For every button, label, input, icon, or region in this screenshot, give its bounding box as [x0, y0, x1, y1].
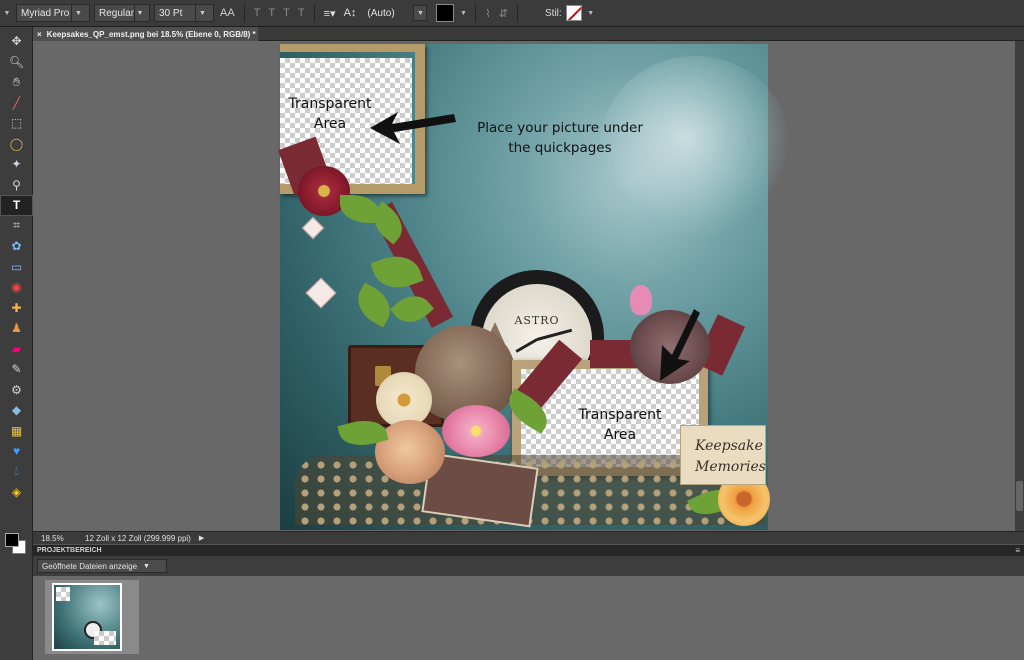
crop-tool-icon[interactable]: ⌗: [0, 216, 33, 237]
divider: [517, 4, 519, 22]
project-bin-title: PROJEKTBEREICH: [37, 547, 102, 554]
clone-stamp-tool-icon[interactable]: ♟: [0, 318, 33, 339]
divider: [313, 4, 315, 22]
pink-tulip: [630, 285, 652, 315]
chevron-down-icon: ▼: [143, 562, 150, 570]
options-bar: ▼ Myriad Pro ▼ Regular ▼ 30 Pt ▼ AA T T …: [0, 0, 1024, 27]
font-family-value: Myriad Pro: [21, 7, 70, 19]
tag-line-1: Keepsake: [695, 438, 763, 454]
strikethrough-icon[interactable]: T: [296, 7, 307, 19]
tag-text-keepsake: Keepsake: [695, 438, 763, 454]
project-bin-toolbar: Geöffnete Dateien anzeige ▼: [33, 556, 1024, 576]
chevron-down-icon: ▼: [195, 5, 209, 21]
font-size-select[interactable]: 30 Pt ▼: [154, 4, 214, 22]
type-tool-icon[interactable]: T: [0, 195, 33, 216]
tool-preset-dropdown-icon[interactable]: ▼: [2, 10, 12, 17]
lasso-tool-icon[interactable]: ◯: [0, 134, 33, 155]
eraser-tool-icon[interactable]: ▰: [0, 339, 33, 360]
brush-tool-icon[interactable]: ✎: [0, 359, 33, 380]
font-size-adjust-icon[interactable]: AA: [218, 7, 237, 19]
leading-select[interactable]: (Auto) ▼: [362, 4, 433, 22]
thumb-transparent-area: [56, 587, 70, 601]
italic-icon[interactable]: T: [266, 7, 277, 19]
document-info: 12 Zoll x 12 Zoll (299.999 ppi): [85, 533, 191, 543]
status-bar: 18.5% 12 Zoll x 12 Zoll (299.999 ppi) ▶: [33, 531, 1024, 544]
color-dropdown-icon[interactable]: ▼: [458, 10, 468, 17]
chevron-down-icon: ▼: [71, 5, 85, 21]
keepsake-tag: Keepsake Memories: [680, 425, 766, 485]
document-thumbnail[interactable]: [45, 580, 139, 654]
style-swatch[interactable]: [565, 5, 582, 21]
tag-line-2: Memories: [695, 459, 766, 475]
document-tab[interactable]: × Keepsakes_QP_emst.png bei 18.5% (Ebene…: [33, 27, 258, 41]
font-style-select[interactable]: Regular ▼: [94, 4, 150, 22]
arrow-pointer-left: [370, 112, 456, 144]
arrow-pointer-down: [660, 309, 700, 381]
paint-bucket-tool-icon[interactable]: ◆: [0, 400, 33, 421]
close-icon[interactable]: ×: [37, 30, 42, 39]
quick-selection-tool-icon[interactable]: ⚲: [0, 175, 33, 196]
foreground-color[interactable]: [5, 533, 19, 547]
toolbox: ✥ 🔍︎ ✋︎ ╱ ⬚ ◯ ✦ ⚲ T ⌗ ✿ ▭ ◉ ✚ ♟ ▰ ✎ ⚙ ◆ …: [0, 27, 33, 660]
red-eye-tool-icon[interactable]: ◉: [0, 277, 33, 298]
instruction-text: Place your picture under the quickpages: [477, 120, 643, 156]
underline-icon[interactable]: T: [281, 7, 292, 19]
open-files-select[interactable]: Geöffnete Dateien anzeige ▼: [37, 559, 167, 573]
thumb-transparent-area: [94, 631, 116, 645]
gradient-tool-icon[interactable]: ▦: [0, 421, 33, 442]
document-title: Keepsakes_QP_emst.png bei 18.5% (Ebene 0…: [46, 29, 256, 39]
style-label: Stil:: [545, 7, 562, 19]
thumbnail-image: [52, 583, 122, 651]
style-dropdown-icon[interactable]: ▼: [586, 10, 596, 17]
align-text-icon[interactable]: ≡▾: [322, 7, 338, 20]
text-orientation-icon[interactable]: ⇵: [497, 7, 510, 20]
document-tab-strip: × Keepsakes_QP_emst.png bei 18.5% (Ebene…: [33, 27, 1024, 41]
color-swatches[interactable]: [3, 527, 31, 555]
vertical-scrollbar[interactable]: [1015, 41, 1024, 531]
pink-lily: [442, 405, 510, 457]
zoom-level[interactable]: 18.5%: [33, 534, 75, 543]
panel-menu-icon[interactable]: ≡: [1015, 546, 1020, 555]
warp-text-icon[interactable]: ⌇: [483, 7, 492, 20]
label-transparent-area-bottom: Transparent Area: [578, 407, 662, 443]
cookie-cutter-tool-icon[interactable]: ✿: [0, 236, 33, 257]
text-color-swatch[interactable]: [436, 4, 455, 22]
project-bin: [33, 576, 1024, 660]
blur-tool-icon[interactable]: 💧︎: [0, 462, 33, 483]
tag-text-memories: Memories: [695, 459, 766, 475]
eyedropper-tool-icon[interactable]: ╱: [0, 93, 33, 114]
font-style-value: Regular: [99, 7, 135, 19]
chevron-down-icon: ▼: [413, 5, 428, 21]
custom-shape-tool-icon[interactable]: ♥: [0, 441, 33, 462]
chevron-down-icon: ▼: [134, 5, 145, 21]
zoom-tool-icon[interactable]: 🔍︎: [0, 52, 33, 73]
bold-icon[interactable]: T: [252, 7, 263, 19]
divider: [475, 4, 477, 22]
smart-brush-tool-icon[interactable]: ⚙: [0, 380, 33, 401]
sponge-tool-icon[interactable]: ◈: [0, 482, 33, 503]
status-menu-icon[interactable]: ▶: [199, 534, 204, 542]
move-tool-icon[interactable]: ✥: [0, 31, 33, 52]
divider: [243, 4, 245, 22]
font-size-value: 30 Pt: [159, 7, 183, 19]
leading-icon: A↕: [343, 7, 357, 19]
hand-tool-icon[interactable]: ✋︎: [0, 72, 33, 93]
open-files-value: Geöffnete Dateien anzeige: [42, 561, 138, 571]
magic-wand-tool-icon[interactable]: ✦: [0, 154, 33, 175]
spot-healing-tool-icon[interactable]: ✚: [0, 298, 33, 319]
scrollbar-thumb[interactable]: [1016, 481, 1023, 511]
straighten-tool-icon[interactable]: ▭: [0, 257, 33, 278]
marquee-tool-icon[interactable]: ⬚: [0, 113, 33, 134]
leading-value: (Auto): [367, 7, 395, 19]
font-family-select[interactable]: Myriad Pro ▼: [16, 4, 90, 22]
label-transparent-area-top: Transparent Area: [288, 96, 372, 132]
project-bin-header: PROJEKTBEREICH ≡: [33, 544, 1024, 556]
